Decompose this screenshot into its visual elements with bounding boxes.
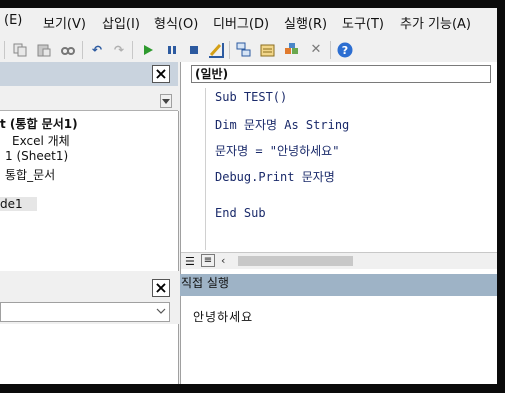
menu-insert[interactable]: 삽입(I) <box>102 13 140 32</box>
code-line[interactable]: Debug.Print 문자명 <box>215 168 335 185</box>
close-icon[interactable]: × <box>152 65 170 83</box>
help-icon[interactable]: ? <box>337 42 353 58</box>
immediate-window-header: 직접 실행 <box>180 274 497 296</box>
design-mode-icon[interactable] <box>208 42 224 58</box>
project-explorer-header: × <box>0 62 178 86</box>
toolbar-separator <box>4 41 5 59</box>
menu-run[interactable]: 실행(R) <box>284 13 327 32</box>
break-icon[interactable] <box>164 42 180 58</box>
menu-bar: (E) 보기(V) 삽입(I) 형식(O) 디버그(D) 실행(R) 도구(T)… <box>0 8 497 34</box>
code-gutter <box>185 88 206 250</box>
properties-header: × <box>0 276 178 300</box>
menu-format[interactable]: 형식(O) <box>154 13 198 32</box>
redo-icon[interactable]: ↷ <box>111 42 127 58</box>
tree-item-workbook[interactable]: t (통합 문서1) <box>0 115 78 132</box>
scrollbar-thumb[interactable] <box>238 256 353 266</box>
standard-toolbar: ↶ ↷ ✕ ? <box>0 36 497 62</box>
menu-view[interactable]: 보기(V) <box>43 13 86 32</box>
code-window: (일반) Sub TEST() Dim 문자명 As String 문자명 = … <box>180 62 497 276</box>
run-icon[interactable] <box>140 42 156 58</box>
close-icon[interactable]: × <box>152 279 170 297</box>
tree-item-excel-objects[interactable]: Excel 개체 <box>12 132 70 149</box>
menu-addins[interactable]: 추가 기능(A) <box>400 13 471 32</box>
chevron-down-icon[interactable] <box>160 94 172 108</box>
paste-icon[interactable] <box>36 42 52 58</box>
full-module-view-icon[interactable]: ≡ <box>201 254 215 267</box>
menu-debug[interactable]: 디버그(D) <box>213 13 269 32</box>
object-browser-icon[interactable] <box>284 42 300 58</box>
toolbar-separator <box>330 41 331 59</box>
tree-item-thisworkbook[interactable]: 통합_문서 <box>5 166 55 183</box>
procedure-view-icon[interactable]: ☰ <box>185 255 195 268</box>
toolbox-icon[interactable]: ✕ <box>308 42 324 58</box>
horizontal-scrollbar[interactable]: ☰ ≡ ‹ <box>181 252 497 269</box>
immediate-window-title: 직접 실행 <box>181 276 229 290</box>
object-combo[interactable]: (일반) <box>191 65 491 83</box>
toolbar-separator <box>132 41 133 59</box>
find-icon[interactable] <box>60 42 76 58</box>
scroll-left-icon[interactable]: ‹ <box>221 254 225 267</box>
tree-item-module1[interactable]: de1 <box>0 197 37 211</box>
svg-text:?: ? <box>342 44 348 57</box>
properties-list <box>0 324 179 384</box>
immediate-output-line: 안녕하세요 <box>193 310 254 324</box>
project-explorer-toolbar <box>0 86 178 111</box>
code-line[interactable]: Dim 문자명 As String <box>215 116 349 133</box>
vba-editor-window: (E) 보기(V) 삽입(I) 형식(O) 디버그(D) 실행(R) 도구(T)… <box>0 8 497 384</box>
properties-object-dropdown[interactable] <box>0 302 170 322</box>
project-explorer-icon[interactable] <box>236 42 252 58</box>
reset-icon[interactable] <box>186 42 202 58</box>
toolbar-separator <box>82 41 83 59</box>
copy-icon[interactable] <box>12 42 28 58</box>
chevron-down-icon <box>155 304 167 321</box>
code-line[interactable]: Sub TEST() <box>215 90 287 104</box>
code-line[interactable]: 문자명 = "안녕하세요" <box>215 142 339 159</box>
code-line[interactable]: End Sub <box>215 206 266 220</box>
menu-edit[interactable]: (E) <box>4 13 22 28</box>
properties-icon[interactable] <box>260 42 276 58</box>
tree-item-sheet1[interactable]: 1 (Sheet1) <box>5 149 68 163</box>
undo-icon[interactable]: ↶ <box>89 42 105 58</box>
toolbar-separator <box>229 41 230 59</box>
immediate-window[interactable]: 안녕하세요 <box>180 296 497 384</box>
menu-tools[interactable]: 도구(T) <box>342 13 384 32</box>
project-tree: t (통합 문서1) Excel 개체 1 (Sheet1) 통합_문서 de1 <box>0 111 179 271</box>
